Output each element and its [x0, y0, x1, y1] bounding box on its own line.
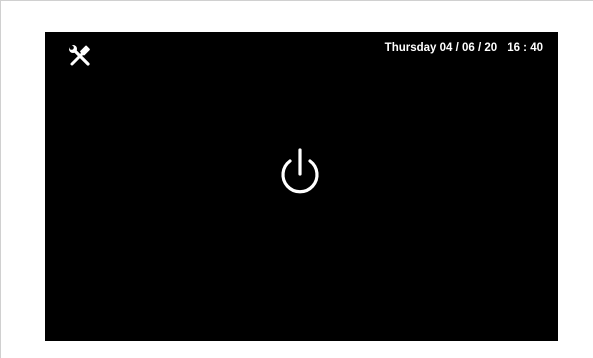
power-icon — [281, 148, 319, 194]
wrench-screwdriver-icon-graphic — [67, 43, 90, 66]
power-button[interactable] — [271, 144, 329, 204]
device-screen: Thursday 04 / 06 / 20 16 : 40 — [45, 32, 558, 341]
device-frame: Thursday 04 / 06 / 20 16 : 40 — [0, 0, 593, 358]
wrench-screwdriver-icon[interactable] — [67, 43, 93, 69]
date-time-display: Thursday 04 / 06 / 20 16 : 40 — [385, 42, 543, 54]
time-text: 16 : 40 — [507, 42, 543, 54]
date-text: Thursday 04 / 06 / 20 — [384, 42, 498, 54]
